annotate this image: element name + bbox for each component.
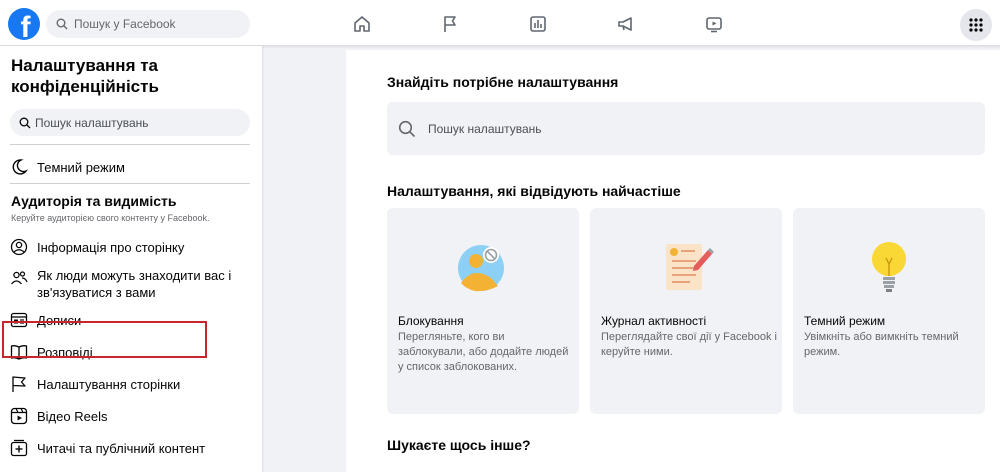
looking-else-heading: Шукаєте щось інше? — [387, 437, 531, 453]
sidebar-item-dark-mode[interactable]: Темний режим — [10, 155, 250, 179]
people-icon — [10, 269, 28, 287]
search-icon — [19, 117, 31, 128]
sidebar-item-followers[interactable]: Читачі та публічний контент — [10, 436, 250, 460]
find-setting-heading: Знайдіть потрібне налаштування — [387, 74, 619, 90]
sidebar-search-input[interactable] — [35, 115, 235, 130]
moon-icon — [10, 158, 28, 176]
sidebar-item-label: Темний режим — [37, 159, 125, 175]
card-activity-log[interactable]: Журнал активності Переглядайте свої дії … — [590, 208, 782, 414]
sidebar-item-page-info[interactable]: Інформація про сторінку — [10, 235, 250, 259]
grid-icon — [969, 18, 983, 32]
top-bar: f — [0, 0, 1000, 46]
card-title: Темний режим — [804, 314, 886, 328]
search-icon — [56, 18, 68, 30]
divider — [10, 183, 250, 184]
section-title: Аудиторія та видимість — [11, 193, 177, 209]
sidebar-search[interactable] — [10, 109, 250, 136]
card-dark-mode[interactable]: Темний режим Увімкніть або вимкніть темн… — [793, 208, 985, 414]
sidebar-item-page-settings[interactable]: Налаштування сторінки — [10, 372, 250, 396]
insights-icon[interactable] — [522, 8, 554, 40]
reels-icon — [10, 407, 28, 425]
sidebar-item-label: Читачі та публічний контент — [37, 440, 206, 456]
main-search-input[interactable] — [428, 121, 928, 136]
flag-icon — [10, 375, 28, 393]
user-circle-icon — [10, 238, 28, 256]
highlight-box — [2, 321, 207, 358]
facebook-logo[interactable]: f — [8, 8, 40, 40]
add-follower-icon — [10, 439, 28, 457]
card-description: Перегляньте, кого ви заблокували, або до… — [398, 331, 569, 373]
lightbulb-icon — [793, 228, 985, 303]
section-subtitle: Керуйте аудиторією свого контенту у Face… — [11, 213, 210, 223]
global-search-input[interactable] — [74, 17, 234, 31]
activity-log-icon — [590, 228, 782, 303]
settings-sidebar: Налаштування та конфіденційність Темний … — [0, 46, 262, 472]
sidebar-item-label: Налаштування сторінки — [37, 376, 181, 392]
sidebar-item-find-contact[interactable]: Як люди можуть знаходити вас і зв'язуват… — [10, 267, 250, 301]
megaphone-icon[interactable] — [610, 8, 642, 40]
card-title: Блокування — [398, 314, 464, 328]
block-user-icon — [387, 228, 579, 303]
flag-icon[interactable] — [434, 8, 466, 40]
card-description: Переглядайте свої дії у Facebook і керуй… — [601, 331, 777, 358]
sidebar-item-label: Як люди можуть знаходити вас і зв'язуват… — [37, 268, 232, 300]
video-icon[interactable] — [698, 8, 730, 40]
card-title: Журнал активності — [601, 314, 707, 328]
card-description: Увімкніть або вимкніть темний режим. — [804, 331, 959, 358]
search-icon — [398, 120, 416, 137]
divider — [10, 144, 250, 145]
sidebar-item-label: Інформація про сторінку — [37, 239, 185, 255]
sidebar-item-label: Відео Reels — [37, 408, 108, 424]
main-search[interactable] — [387, 102, 985, 155]
global-search[interactable] — [46, 10, 250, 38]
menu-button[interactable] — [960, 9, 992, 41]
sidebar-title: Налаштування та конфіденційність — [11, 56, 159, 96]
sidebar-item-reels[interactable]: Відео Reels — [10, 404, 250, 428]
home-icon[interactable] — [346, 8, 378, 40]
card-blocking[interactable]: Блокування Перегляньте, кого ви заблокув… — [387, 208, 579, 414]
frequent-settings-heading: Налаштування, які відвідують найчастіше — [387, 183, 681, 199]
